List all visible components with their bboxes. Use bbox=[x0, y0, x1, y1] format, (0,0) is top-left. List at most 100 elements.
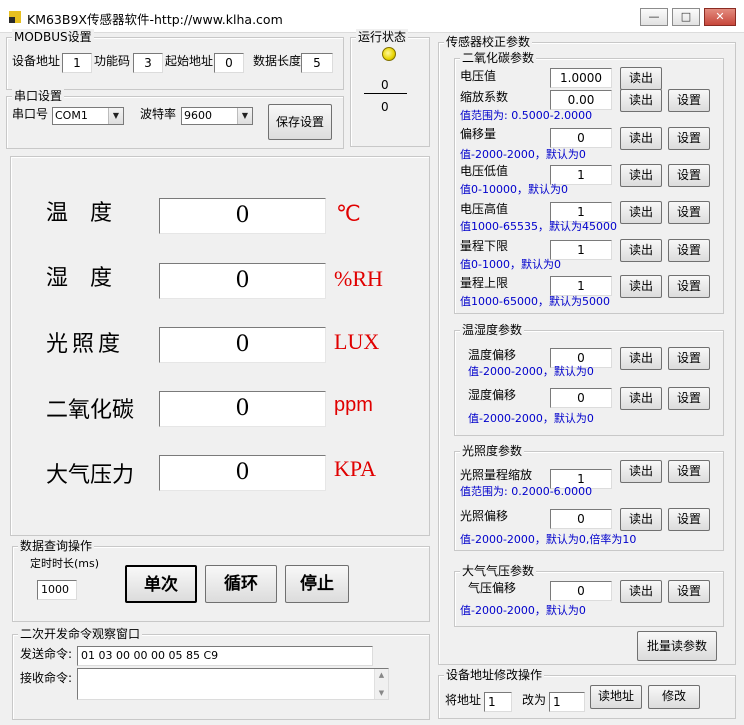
data-length-label: 数据长度 bbox=[253, 54, 302, 68]
port-value: COM1 bbox=[55, 109, 88, 122]
temp-offset-set-button[interactable]: 设置 bbox=[668, 347, 710, 370]
temp-offset-read-button[interactable]: 读出 bbox=[620, 347, 662, 370]
maximize-icon[interactable]: □ bbox=[672, 8, 700, 26]
run-status-title: 运行状态 bbox=[356, 29, 409, 45]
range-low-set-button[interactable]: 设置 bbox=[668, 239, 710, 262]
address-change-title: 设备地址修改操作 bbox=[444, 667, 545, 683]
range-high-hint: 值1000-65000，默认为5000 bbox=[460, 295, 610, 308]
light-scale-set-button[interactable]: 设置 bbox=[668, 460, 710, 483]
hum-offset-hint: 值-2000-2000，默认为0 bbox=[468, 412, 594, 425]
minimize-icon[interactable]: — bbox=[640, 8, 668, 26]
modify-address-button[interactable]: 修改 bbox=[648, 685, 700, 709]
co2-label: 二氧化碳 bbox=[46, 398, 135, 423]
close-icon[interactable]: ✕ bbox=[704, 8, 736, 26]
send-command-input[interactable]: 01 03 00 00 00 05 85 C9 bbox=[77, 646, 373, 666]
function-code-label: 功能码 bbox=[94, 54, 131, 68]
voltage-high-label: 电压高值 bbox=[460, 202, 509, 216]
read-address-button[interactable]: 读地址 bbox=[590, 685, 642, 709]
temperature-value: 0 bbox=[159, 198, 326, 234]
scale-set-button[interactable]: 设置 bbox=[668, 89, 710, 112]
voltage-high-set-button[interactable]: 设置 bbox=[668, 201, 710, 224]
light-offset-label: 光照偏移 bbox=[460, 509, 509, 523]
range-high-label: 量程上限 bbox=[460, 276, 509, 290]
chevron-down-icon[interactable]: ▼ bbox=[237, 108, 252, 124]
baud-value: 9600 bbox=[184, 109, 212, 122]
to-address-label: 改为 bbox=[522, 693, 547, 707]
range-high-input[interactable]: 1 bbox=[550, 276, 612, 296]
window-title: KM63B9X传感器软件-http://www.klha.com bbox=[27, 12, 283, 27]
serial-group-title: 串口设置 bbox=[12, 88, 65, 104]
scale-read-button[interactable]: 读出 bbox=[620, 89, 662, 112]
light-param-title: 光照度参数 bbox=[460, 443, 525, 459]
voltage-high-hint: 值1000-65535，默认为45000 bbox=[460, 220, 617, 233]
voltage-input[interactable]: 1.0000 bbox=[550, 68, 612, 88]
receive-command-textarea[interactable]: ▲ ▼ bbox=[77, 668, 389, 700]
voltage-read-button[interactable]: 读出 bbox=[620, 67, 662, 90]
timer-input[interactable]: 1000 bbox=[37, 580, 77, 600]
co2-unit: ppm bbox=[334, 394, 373, 416]
light-label: 光照度 bbox=[46, 332, 125, 357]
air-offset-read-button[interactable]: 读出 bbox=[620, 580, 662, 603]
range-high-read-button[interactable]: 读出 bbox=[620, 275, 662, 298]
light-scale-label: 光照量程缩放 bbox=[460, 468, 533, 482]
offset-label: 偏移量 bbox=[460, 127, 497, 141]
light-offset-input[interactable]: 0 bbox=[550, 509, 612, 529]
offset-read-button[interactable]: 读出 bbox=[620, 127, 662, 150]
light-offset-read-button[interactable]: 读出 bbox=[620, 508, 662, 531]
status-value-top: 0 bbox=[381, 78, 389, 92]
hum-offset-label: 湿度偏移 bbox=[468, 388, 517, 402]
stop-query-button[interactable]: 停止 bbox=[285, 565, 349, 603]
save-settings-button[interactable]: 保存设置 bbox=[268, 104, 332, 140]
to-address-input[interactable]: 1 bbox=[549, 692, 585, 712]
temp-offset-label: 温度偏移 bbox=[468, 348, 517, 362]
voltage-label: 电压值 bbox=[460, 69, 497, 83]
modbus-group-title: MODBUS设置 bbox=[12, 29, 94, 45]
temperature-label: 温 度 bbox=[46, 201, 113, 226]
status-value-bottom: 0 bbox=[381, 100, 389, 114]
port-select[interactable]: COM1 ▼ bbox=[52, 107, 124, 125]
temperature-unit: ℃ bbox=[336, 201, 361, 226]
batch-read-button[interactable]: 批量读参数 bbox=[637, 631, 717, 661]
device-address-input[interactable]: 1 bbox=[62, 53, 92, 73]
app-icon bbox=[9, 11, 21, 23]
scroll-down-icon[interactable]: ▼ bbox=[375, 689, 388, 697]
air-offset-input[interactable]: 0 bbox=[550, 581, 612, 601]
offset-input[interactable]: 0 bbox=[550, 128, 612, 148]
device-address-label: 设备地址 bbox=[12, 54, 61, 68]
offset-set-button[interactable]: 设置 bbox=[668, 127, 710, 150]
scale-input[interactable]: 0.00 bbox=[550, 90, 612, 110]
range-low-label: 量程下限 bbox=[460, 239, 509, 253]
hum-offset-set-button[interactable]: 设置 bbox=[668, 387, 710, 410]
hum-offset-input[interactable]: 0 bbox=[550, 388, 612, 408]
start-address-input[interactable]: 0 bbox=[214, 53, 244, 73]
chevron-down-icon[interactable]: ▼ bbox=[108, 108, 123, 124]
range-low-read-button[interactable]: 读出 bbox=[620, 239, 662, 262]
pressure-unit: KPA bbox=[334, 456, 376, 481]
voltage-low-label: 电压低值 bbox=[460, 164, 509, 178]
voltage-low-set-button[interactable]: 设置 bbox=[668, 164, 710, 187]
receive-scrollbar[interactable]: ▲ ▼ bbox=[374, 669, 388, 699]
data-length-input[interactable]: 5 bbox=[301, 53, 333, 73]
voltage-low-hint: 值0-10000，默认为0 bbox=[460, 183, 568, 196]
light-offset-set-button[interactable]: 设置 bbox=[668, 508, 710, 531]
range-high-set-button[interactable]: 设置 bbox=[668, 275, 710, 298]
scroll-up-icon[interactable]: ▲ bbox=[375, 671, 388, 679]
single-query-button[interactable]: 单次 bbox=[125, 565, 197, 603]
function-code-input[interactable]: 3 bbox=[133, 53, 163, 73]
air-offset-set-button[interactable]: 设置 bbox=[668, 580, 710, 603]
from-address-input[interactable]: 1 bbox=[484, 692, 512, 712]
co2-value: 0 bbox=[159, 391, 326, 427]
send-command-label: 发送命令: bbox=[20, 647, 73, 661]
light-scale-read-button[interactable]: 读出 bbox=[620, 460, 662, 483]
loop-query-button[interactable]: 循环 bbox=[205, 565, 277, 603]
air-offset-hint: 值-2000-2000，默认为0 bbox=[460, 604, 586, 617]
humidity-label: 湿 度 bbox=[46, 266, 113, 291]
voltage-high-read-button[interactable]: 读出 bbox=[620, 201, 662, 224]
voltage-low-read-button[interactable]: 读出 bbox=[620, 164, 662, 187]
start-address-label: 起始地址 bbox=[165, 54, 214, 68]
baud-select[interactable]: 9600 ▼ bbox=[181, 107, 253, 125]
hum-offset-read-button[interactable]: 读出 bbox=[620, 387, 662, 410]
scale-label: 缩放系数 bbox=[460, 90, 509, 104]
air-offset-label: 气压偏移 bbox=[468, 581, 517, 595]
calibration-title: 传感器校正参数 bbox=[444, 34, 533, 50]
